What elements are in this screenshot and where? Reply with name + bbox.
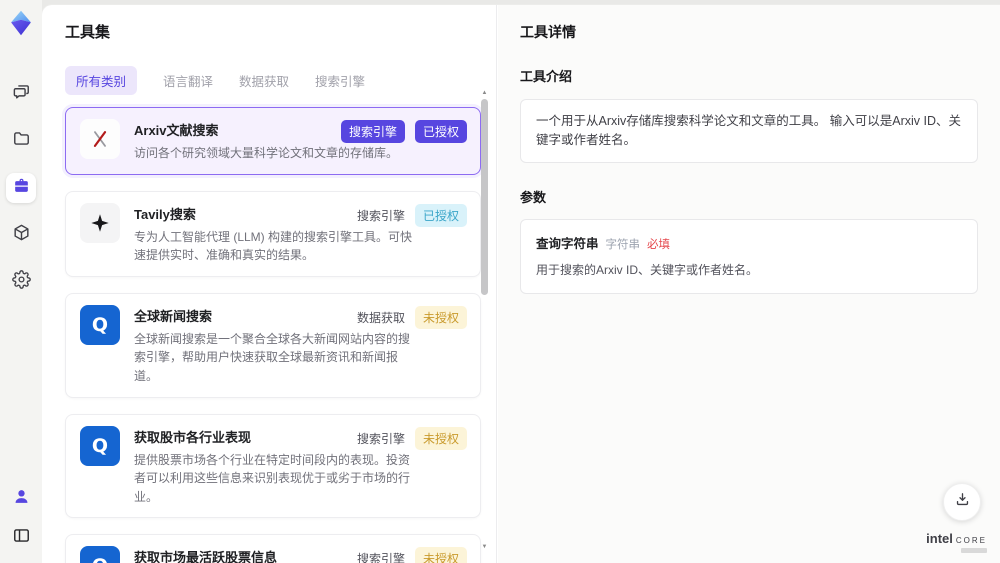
tool-detail-panel: 工具详情 工具介绍 一个用于从Arxiv存储库搜索科学论文和文章的工具。 输入可… (498, 5, 1000, 563)
gear-icon (11, 270, 31, 294)
tool-description: 全球新闻搜索是一个聚合全球各大新闻网站内容的搜索引擎，帮助用户快速获取全球最新资… (134, 331, 411, 383)
tool-card[interactable]: Tavily搜索 专为人工智能代理 (LLM) 构建的搜索引擎工具。可快速提供实… (65, 190, 481, 277)
detail-title: 工具详情 (520, 24, 576, 40)
tool-category-badge: 数据获取 (356, 310, 405, 325)
tool-card[interactable]: Arxiv文献搜索 访问各个研究领域大量科学论文和文章的存储库。 搜索引擎 已授… (65, 107, 481, 175)
rail-nav (6, 79, 36, 297)
tool-description: 专为人工智能代理 (LLM) 构建的搜索引擎工具。可快速提供实时、准确和真实的结… (134, 229, 413, 263)
app-logo-icon (7, 9, 35, 37)
search-q-logo-icon: Q (80, 304, 120, 345)
parameter-header: 查询字符串 字符串 必填 (536, 233, 962, 252)
parameter-required-badge: 必填 (647, 238, 671, 251)
parameter-type: 字符串 (605, 238, 641, 251)
core-wordmark: core (955, 532, 987, 546)
scroll-up-arrow-icon[interactable]: ▲ (480, 89, 489, 97)
list-scrollbar[interactable]: ▲ ▼ (480, 89, 489, 551)
parameter-card: 查询字符串 字符串 必填 用于搜索的Arxiv ID、关键字或作者姓名。 (520, 218, 978, 294)
category-tab[interactable]: 语言翻译 (163, 66, 213, 95)
panel-toggle-icon (12, 526, 31, 550)
parameter-name: 查询字符串 (536, 236, 599, 251)
category-tab[interactable]: 搜索引擎 (315, 66, 365, 95)
download-button[interactable] (943, 483, 981, 521)
intro-section-title: 工具介绍 (520, 69, 573, 84)
nav-tools[interactable] (6, 173, 36, 203)
nav-chat[interactable] (6, 79, 36, 109)
params-section-title: 参数 (520, 189, 547, 205)
tools-panel: 工具集 所有类别 语言翻译 数据获取 搜索引擎 Arxiv文献搜索 访问各个研究领域大… (42, 5, 497, 563)
folder-icon (12, 129, 31, 153)
parameter-description: 用于搜索的Arxiv ID、关键字或作者姓名。 (536, 262, 759, 277)
category-tab[interactable]: 数据获取 (239, 66, 289, 95)
icon-rail (0, 0, 42, 563)
category-tab[interactable]: 所有类别 (65, 66, 138, 95)
nav-account[interactable] (6, 484, 36, 514)
arxiv-logo-icon (80, 119, 120, 159)
sidebar-collapse[interactable] (6, 523, 36, 553)
tool-list: Arxiv文献搜索 访问各个研究领域大量科学论文和文章的存储库。 搜索引擎 已授… (65, 107, 481, 563)
tool-intro-text: 一个用于从Arxiv存储库搜索科学论文和文章的工具。 输入可以是Arxiv ID… (536, 114, 962, 147)
tool-intro-box: 一个用于从Arxiv存储库搜索科学论文和文章的工具。 输入可以是Arxiv ID… (520, 99, 978, 163)
scroll-down-arrow-icon[interactable]: ▼ (480, 543, 489, 551)
intel-core-logo: intel core (926, 532, 987, 553)
cube-icon (12, 223, 31, 247)
category-tabs: 所有类别 语言翻译 数据获取 搜索引擎 (65, 66, 496, 95)
tool-auth-status-badge: 未授权 (414, 547, 467, 563)
search-q-logo-icon: Q (80, 425, 120, 466)
intel-wordmark: intel (926, 531, 953, 546)
tool-auth-status-badge: 未授权 (414, 305, 467, 329)
page-title: 工具集 (65, 24, 111, 41)
tool-card[interactable]: Q 获取股市各行业表现 提供股票市场各个行业在特定时间段内的表现。投资者可以利用… (65, 413, 481, 519)
search-q-logo-icon: Q (80, 546, 120, 563)
tool-category-badge: 搜索引擎 (340, 120, 405, 143)
nav-models[interactable] (6, 220, 36, 250)
tool-auth-status-badge: 已授权 (414, 120, 467, 143)
tool-description: 访问各个研究领域大量科学论文和文章的存储库。 (134, 146, 399, 160)
user-icon (12, 487, 31, 511)
main-surface: 工具集 所有类别 语言翻译 数据获取 搜索引擎 Arxiv文献搜索 访问各个研究领域大… (42, 5, 1000, 563)
tool-card[interactable]: Q 全球新闻搜索 全球新闻搜索是一个聚合全球各大新闻网站内容的搜索引擎，帮助用户… (65, 292, 481, 398)
intel-sub-mark (961, 548, 987, 553)
download-icon (954, 491, 971, 513)
tool-auth-status-badge: 未授权 (414, 426, 467, 450)
nav-settings[interactable] (6, 267, 36, 297)
tool-description: 提供股票市场各个行业在特定时间段内的表现。投资者可以利用这些信息来识别表现优于或… (134, 452, 411, 504)
rail-bottom (6, 484, 36, 553)
sparkle-icon (80, 202, 120, 243)
nav-files[interactable] (6, 126, 36, 156)
tool-auth-status-badge: 已授权 (414, 203, 467, 227)
tool-category-badge: 搜索引擎 (356, 431, 405, 446)
tool-card[interactable]: Q 获取市场最活跃股票信息 提供当天交易量最高的股票列表，投资者可以利用这些信息… (65, 534, 481, 563)
briefcase-icon (12, 176, 31, 200)
tool-category-badge: 搜索引擎 (356, 208, 405, 223)
tool-category-badge: 搜索引擎 (356, 552, 405, 563)
chat-icon (12, 82, 31, 106)
scrollbar-thumb[interactable] (481, 99, 488, 295)
